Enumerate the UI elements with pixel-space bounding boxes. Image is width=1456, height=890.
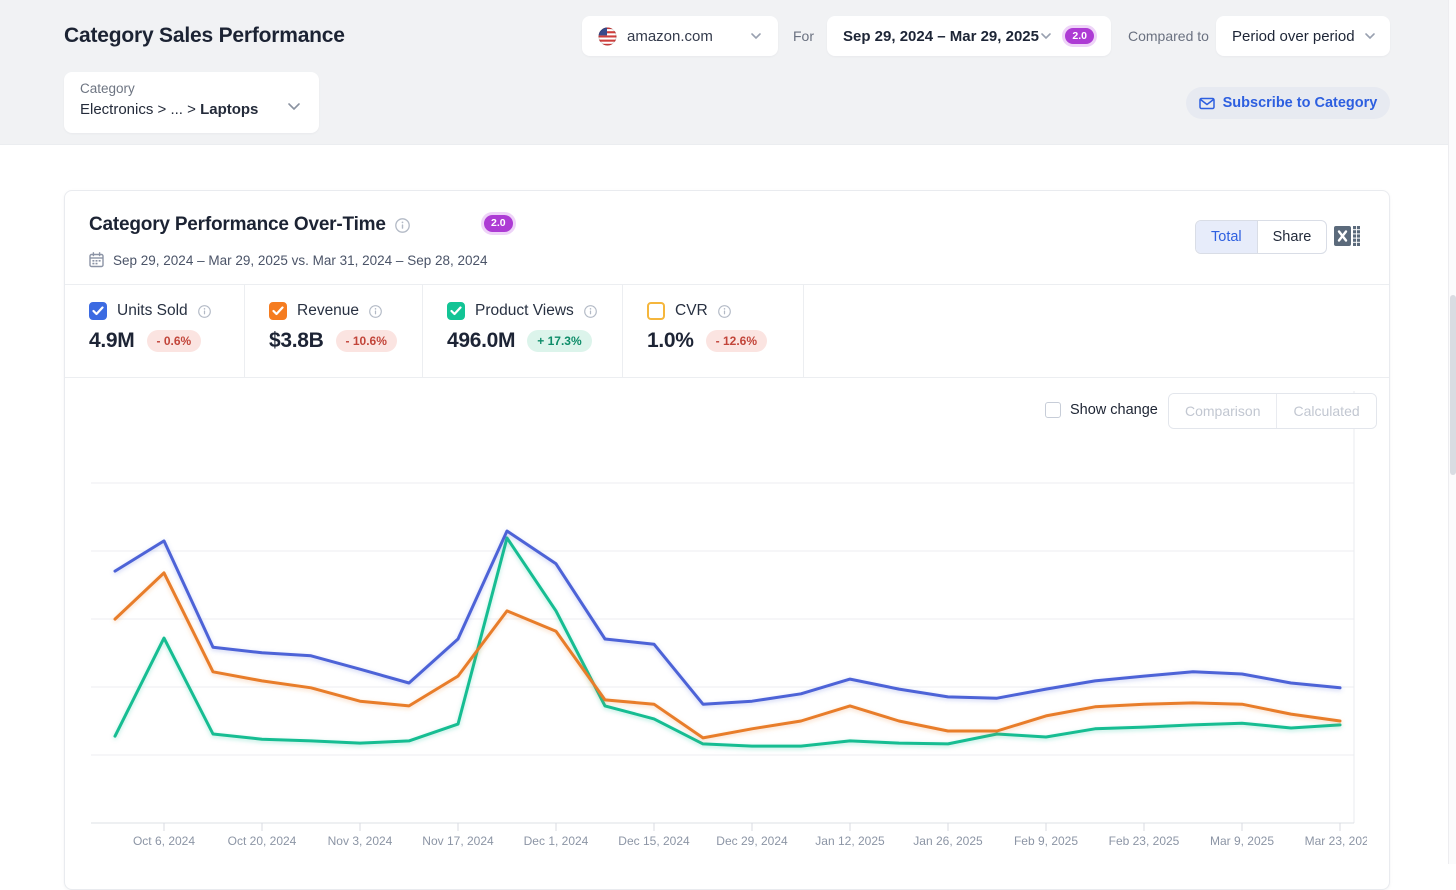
comparison-mode-value: Period over period (1232, 28, 1355, 45)
chart-controls: Show change Comparison Calculated (65, 391, 1389, 441)
metric-change-badge: - 0.6% (147, 330, 202, 352)
metric-change-badge: + 17.3% (527, 330, 591, 352)
date-range-value: Sep 29, 2024 – Mar 29, 2025 (843, 28, 1039, 45)
category-selector[interactable]: Category Electronics > ... > Laptops (64, 72, 319, 133)
info-icon[interactable] (718, 305, 731, 318)
x-axis-label: Feb 9, 2025 (1014, 834, 1078, 848)
total-share-toggle: Total Share (1195, 220, 1327, 254)
series-line-units-sold[interactable] (115, 531, 1340, 704)
x-axis-label: Nov 17, 2024 (422, 834, 494, 848)
subscribe-button-label: Subscribe to Category (1223, 95, 1378, 111)
series-line-product-views[interactable] (115, 538, 1340, 746)
metric-product-views[interactable]: Product Views 496.0M + 17.3% (422, 285, 622, 377)
page-title: Category Sales Performance (64, 24, 345, 48)
site-selector[interactable]: amazon.com (582, 16, 778, 56)
x-axis-label: Jan 26, 2025 (913, 834, 983, 848)
x-axis-label: Oct 6, 2024 (133, 834, 195, 848)
calendar-icon (89, 252, 104, 268)
info-icon[interactable] (369, 305, 382, 318)
date-range-selector[interactable]: Sep 29, 2024 – Mar 29, 2025 2.0 (827, 16, 1111, 56)
toggle-option-total[interactable]: Total (1196, 221, 1258, 253)
card-title-row: Category Performance Over-Time (89, 214, 410, 236)
performance-line-chart[interactable]: Oct 6, 2024 Oct 20, 2024 Nov 3, 2024 Nov 17… (91, 391, 1367, 865)
card-title: Category Performance Over-Time (89, 214, 386, 236)
info-icon[interactable] (395, 218, 410, 233)
x-axis-label: Mar 9, 2025 (1210, 834, 1274, 848)
metric-label: Revenue (297, 302, 359, 320)
metric-change-badge: - 10.6% (336, 330, 397, 352)
show-change-checkbox[interactable]: Show change (1045, 402, 1158, 418)
metric-checkbox[interactable] (647, 302, 665, 320)
info-icon[interactable] (584, 305, 597, 318)
metric-value: 1.0% (647, 329, 694, 353)
metric-revenue[interactable]: Revenue $3.8B - 10.6% (244, 285, 422, 377)
card-date-compare: Sep 29, 2024 – Mar 29, 2025 vs. Mar 31, … (113, 253, 488, 268)
x-axis-label: Feb 23, 2025 (1109, 834, 1180, 848)
x-axis-label: Oct 20, 2024 (228, 834, 297, 848)
metric-units-sold[interactable]: Units Sold 4.9M - 0.6% (65, 285, 244, 377)
x-axis-label: Dec 1, 2024 (524, 834, 589, 848)
chevron-down-icon (750, 32, 762, 40)
metric-label: Product Views (475, 302, 574, 320)
checkbox-unchecked[interactable] (1045, 402, 1061, 418)
category-selected: Laptops (200, 101, 258, 118)
for-label: For (793, 28, 814, 44)
metric-checkbox[interactable] (89, 302, 107, 320)
x-axis-label: Jan 12, 2025 (815, 834, 885, 848)
metrics-row: Units Sold 4.9M - 0.6% Revenue $3.8B - 1… (65, 284, 1389, 378)
metric-label: CVR (675, 302, 708, 320)
x-axis-label: Dec 15, 2024 (618, 834, 690, 848)
x-axis-label: Dec 29, 2024 (716, 834, 788, 848)
category-selector-label: Category (80, 81, 303, 96)
comparison-button[interactable]: Comparison (1169, 394, 1276, 428)
envelope-icon (1199, 97, 1215, 110)
chevron-down-icon (1040, 32, 1052, 40)
metric-change-badge: - 12.6% (706, 330, 767, 352)
metric-value: 4.9M (89, 329, 135, 353)
card-date-compare-row: Sep 29, 2024 – Mar 29, 2025 vs. Mar 31, … (89, 252, 488, 268)
info-icon[interactable] (198, 305, 211, 318)
metric-checkbox[interactable] (269, 302, 287, 320)
metric-cvr[interactable]: CVR 1.0% - 12.6% (622, 285, 804, 377)
calculated-button[interactable]: Calculated (1276, 394, 1375, 428)
comparison-mode-selector[interactable]: Period over period (1216, 16, 1390, 56)
excel-export-icon[interactable] (1331, 222, 1363, 252)
metric-label: Units Sold (117, 302, 188, 320)
scrollbar-thumb[interactable] (1450, 295, 1456, 475)
subscribe-to-category-button[interactable]: Subscribe to Category (1186, 87, 1390, 119)
site-selector-value: amazon.com (627, 28, 713, 45)
metric-checkbox[interactable] (447, 302, 465, 320)
version-badge: 2.0 (1062, 25, 1097, 48)
page-header: Category Sales Performance amazon.com Fo… (0, 0, 1449, 145)
category-performance-card: Category Performance Over-Time 2.0 Sep 2… (64, 190, 1390, 890)
version-badge: 2.0 (481, 212, 516, 235)
scrollbar[interactable] (1448, 0, 1456, 864)
toggle-option-share[interactable]: Share (1258, 221, 1327, 253)
chevron-down-icon (287, 98, 301, 116)
chevron-down-icon (1364, 32, 1376, 40)
show-change-label: Show change (1070, 402, 1158, 418)
compared-to-label: Compared to (1128, 28, 1209, 44)
x-axis-label: Mar 23, 2025 (1305, 834, 1367, 848)
metric-value: $3.8B (269, 329, 324, 353)
metric-value: 496.0M (447, 329, 515, 353)
x-axis-label: Nov 3, 2024 (328, 834, 393, 848)
us-flag-icon (598, 27, 617, 46)
category-breadcrumb: Electronics > ... > Laptops (80, 101, 303, 118)
mode-buttons: Comparison Calculated (1168, 393, 1377, 429)
